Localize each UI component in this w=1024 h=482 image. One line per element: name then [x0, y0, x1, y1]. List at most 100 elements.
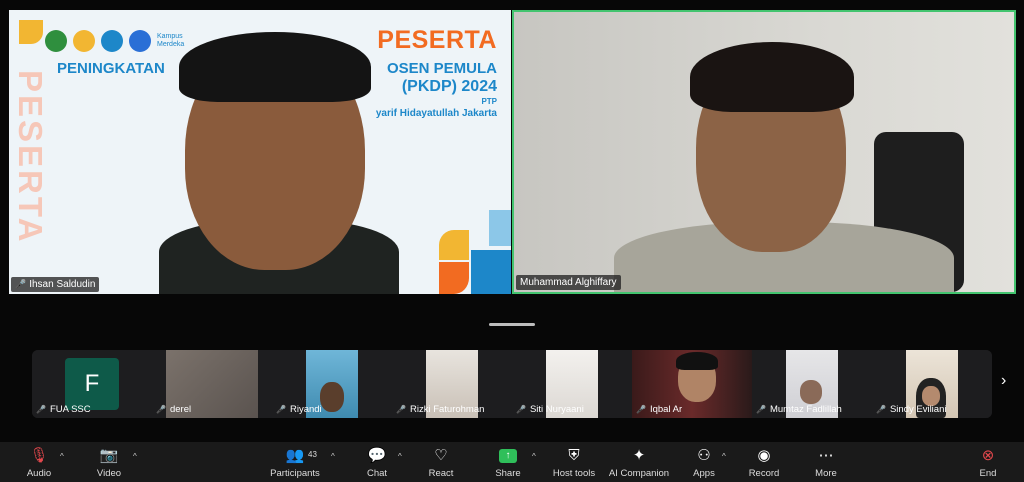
- participant-face: [922, 386, 940, 406]
- chat-button[interactable]: 💬 Chat: [362, 446, 392, 480]
- participant-name: derel: [169, 404, 192, 415]
- participants-label: Participants: [270, 468, 320, 479]
- apps-button[interactable]: ⚇ Apps: [690, 446, 718, 480]
- meeting-toolbar: 🎙 Audio ^ 📷 Video ^ 👥 Participants 43 ^ …: [0, 442, 1024, 482]
- mic-muted-icon: 🎤: [156, 405, 166, 414]
- slide-logos: Kampus Merdeka: [45, 30, 191, 52]
- thumbnail-name-tag: 🎤 Siti Nuryaani: [516, 404, 584, 415]
- participant-thumbnail[interactable]: 🎤 Rizki Faturohman: [392, 350, 512, 418]
- more-icon: ⋯: [818, 447, 834, 464]
- mic-muted-icon: 🎤: [636, 405, 646, 414]
- participant-thumbnail[interactable]: 🎤 derel: [152, 350, 272, 418]
- slide-university-line: yarif Hidayatullah Jakarta: [375, 108, 497, 119]
- mic-muted-icon: 🎤: [36, 405, 46, 414]
- participant-name: Muhammad Alghiffary: [520, 277, 617, 288]
- share-label: Share: [495, 468, 521, 479]
- thumbnail-name-tag: 🎤 derel: [156, 404, 191, 415]
- video-label: Video: [96, 468, 122, 479]
- audio-label: Audio: [26, 468, 52, 479]
- participant-name: Siti Nuryaani: [529, 404, 584, 415]
- slide-heading-right: OSEN PEMULA: [386, 60, 497, 77]
- participant-name-tag: 🎤 Ihsan Saldudin: [11, 277, 100, 292]
- participant-hair: [690, 42, 854, 112]
- react-label: React: [428, 468, 454, 479]
- share-screen-icon: ↑: [499, 446, 517, 466]
- chevron-up-icon[interactable]: ^: [722, 452, 726, 461]
- more-label: More: [815, 468, 837, 479]
- more-button[interactable]: ⋯ More: [812, 446, 840, 480]
- slide-heading-left: PENINGKATAN: [57, 60, 165, 77]
- share-button[interactable]: ↑ Share: [492, 446, 524, 480]
- slide-decoration: [19, 20, 43, 44]
- participant-thumbnail[interactable]: 🎤 Siti Nuryaani: [512, 350, 632, 418]
- participant-name: Ihsan Saldudin: [29, 279, 96, 290]
- slide-org-line: PTP: [481, 97, 497, 106]
- chevron-up-icon[interactable]: ^: [133, 452, 137, 461]
- chevron-up-icon[interactable]: ^: [532, 452, 536, 461]
- ai-companion-button[interactable]: ✦ AI Companion: [608, 446, 670, 480]
- kampus-merdeka-logo: Kampus Merdeka: [157, 33, 185, 48]
- participants-count-badge: 43: [308, 450, 317, 459]
- participant-thumbnail[interactable]: 🎤 Riyandi: [272, 350, 392, 418]
- mic-muted-icon: 🎤: [15, 279, 27, 289]
- thumbnail-name-tag: 🎤 FUA SSC: [36, 404, 91, 415]
- host-tools-label: Host tools: [552, 468, 596, 479]
- react-button[interactable]: ♡ React: [424, 446, 458, 480]
- thumbnail-name-tag: 🎤 Rizki Faturohman: [396, 404, 484, 415]
- video-button[interactable]: 📷 Video: [92, 446, 126, 480]
- shield-icon: ⛨: [568, 447, 580, 464]
- end-label: End: [979, 468, 997, 479]
- mic-muted-icon: 🎙: [29, 447, 49, 464]
- mic-muted-icon: 🎤: [396, 405, 406, 414]
- participant-name-tag: Muhammad Alghiffary: [516, 275, 621, 290]
- sparkle-icon: ✦: [632, 447, 646, 464]
- thumbnail-name-tag: 🎤 Sindy Eviliani: [876, 404, 946, 415]
- chevron-up-icon[interactable]: ^: [398, 452, 402, 461]
- host-tools-button[interactable]: ⛨ Host tools: [552, 446, 596, 480]
- uin-logo: [101, 30, 123, 52]
- mic-muted-icon: 🎤: [876, 405, 886, 414]
- record-label: Record: [748, 468, 780, 479]
- avatar: F: [65, 358, 119, 410]
- slide-decoration: [439, 262, 469, 294]
- blu-logo: [129, 30, 151, 52]
- chevron-up-icon[interactable]: ^: [60, 452, 64, 461]
- participant-thumbnail[interactable]: F 🎤 FUA SSC: [32, 350, 152, 418]
- heart-icon: ♡: [434, 447, 448, 464]
- kemenag-logo: [45, 30, 67, 52]
- participant-face: [320, 382, 344, 412]
- record-button[interactable]: ◉ Record: [748, 446, 780, 480]
- chat-label: Chat: [366, 468, 388, 479]
- participant-thumbnail[interactable]: 🎤 Mumtaz Fadlillah: [752, 350, 872, 418]
- zoom-meeting-window: Kampus Merdeka PESERTA PENINGKATAN OSEN …: [0, 0, 1024, 482]
- record-icon: ◉: [757, 447, 771, 464]
- mic-muted-icon: 🎤: [276, 405, 286, 414]
- slide-vertical-text: PESERTA: [12, 70, 49, 245]
- video-tile-active-speaker[interactable]: Muhammad Alghiffary: [512, 10, 1016, 294]
- slide-decoration: [471, 250, 511, 294]
- chat-icon: 💬: [367, 447, 387, 464]
- participant-thumbnail[interactable]: 🎤 Iqbal Ar: [632, 350, 752, 418]
- audio-button[interactable]: 🎙 Audio: [22, 446, 56, 480]
- participant-name: Iqbal Ar: [649, 404, 683, 415]
- end-meeting-button[interactable]: ⊗ End: [976, 446, 1000, 480]
- participant-name: FUA SSC: [49, 404, 91, 415]
- thumbnail-name-tag: 🎤 Mumtaz Fadlillah: [756, 404, 842, 415]
- slide-title: PESERTA: [377, 26, 497, 54]
- speaker-hair: [179, 32, 371, 102]
- apps-icon: ⚇: [697, 447, 711, 464]
- video-tile-speaker[interactable]: Kampus Merdeka PESERTA PENINGKATAN OSEN …: [9, 10, 511, 294]
- participant-name: Sindy Eviliani: [889, 404, 947, 415]
- thumbnail-name-tag: 🎤 Riyandi: [276, 404, 322, 415]
- participant-name: Riyandi: [289, 404, 322, 415]
- mic-muted-icon: 🎤: [516, 405, 526, 414]
- chevron-right-icon[interactable]: ›: [1001, 372, 1006, 390]
- participant-hair: [676, 352, 718, 370]
- participant-thumbnail[interactable]: 🎤 Sindy Eviliani: [872, 350, 992, 418]
- participant-name: Rizki Faturohman: [409, 404, 485, 415]
- resize-drag-handle[interactable]: [489, 323, 535, 326]
- chevron-up-icon[interactable]: ^: [331, 452, 335, 461]
- participant-name: Mumtaz Fadlillah: [769, 404, 842, 415]
- end-meeting-icon: ⊗: [981, 447, 995, 464]
- participant-face: [800, 380, 822, 404]
